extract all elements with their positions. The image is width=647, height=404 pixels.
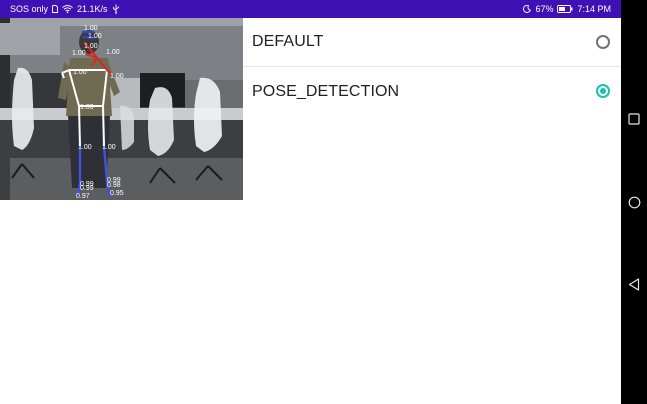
wifi-icon bbox=[62, 5, 73, 13]
back-button[interactable] bbox=[626, 276, 642, 292]
carrier-text: SOS only bbox=[10, 4, 49, 14]
clock: 7:14 PM bbox=[577, 4, 611, 14]
keypoint-score: 1.00 bbox=[80, 104, 94, 111]
status-right: 67% 7:14 PM bbox=[523, 4, 611, 14]
keypoint-score: 1.00 bbox=[102, 144, 116, 151]
circle-icon bbox=[628, 196, 641, 209]
keypoint-score: 0.97 bbox=[76, 193, 90, 200]
keypoint-score: 1.00 bbox=[72, 50, 86, 57]
keypoint-score: 0.99 bbox=[80, 185, 94, 192]
camera-preview: 1.00 1.00 1.00 1.00 1.00 1.00 1.00 1.00 … bbox=[0, 18, 243, 200]
keypoint-score: 1.00 bbox=[110, 73, 124, 80]
keypoint-score: 1.00 bbox=[84, 43, 98, 50]
triangle-back-icon bbox=[628, 277, 640, 291]
keypoint-score: 0.98 bbox=[107, 182, 121, 189]
option-pose-detection[interactable]: POSE_DETECTION bbox=[243, 67, 621, 116]
option-default[interactable]: DEFAULT bbox=[243, 18, 621, 67]
detector-option-list: DEFAULT POSE_DETECTION bbox=[243, 18, 621, 116]
keypoint-score: 1.00 bbox=[78, 144, 92, 151]
usb-icon bbox=[112, 4, 120, 14]
keypoint-score: 0.95 bbox=[110, 190, 124, 197]
keypoint-score: 1.00 bbox=[84, 25, 98, 32]
navigation-bar bbox=[621, 0, 647, 404]
square-icon bbox=[628, 113, 640, 125]
keypoint-score: 1.00 bbox=[88, 33, 102, 40]
recent-apps-button[interactable] bbox=[626, 111, 642, 127]
battery-icon bbox=[557, 5, 573, 13]
sim-icon bbox=[52, 5, 58, 13]
pose-overlay-canvas: 1.00 1.00 1.00 1.00 1.00 1.00 1.00 1.00 … bbox=[0, 18, 243, 200]
radio-button-pose-detection[interactable] bbox=[596, 84, 610, 98]
option-label: DEFAULT bbox=[252, 33, 324, 50]
option-label: POSE_DETECTION bbox=[252, 82, 400, 100]
status-left: SOS only 21.1K/s bbox=[10, 4, 120, 14]
network-speed: 21.1K/s bbox=[77, 4, 108, 14]
home-button[interactable] bbox=[626, 194, 642, 210]
status-bar: SOS only 21.1K/s 67% 7:14 PM bbox=[0, 0, 621, 18]
keypoint-score: 1.00 bbox=[106, 49, 120, 56]
radio-button-default[interactable] bbox=[596, 35, 610, 49]
moon-icon bbox=[523, 5, 532, 13]
battery-percent: 67% bbox=[535, 4, 554, 14]
keypoint-score: 1.00 bbox=[73, 69, 87, 76]
